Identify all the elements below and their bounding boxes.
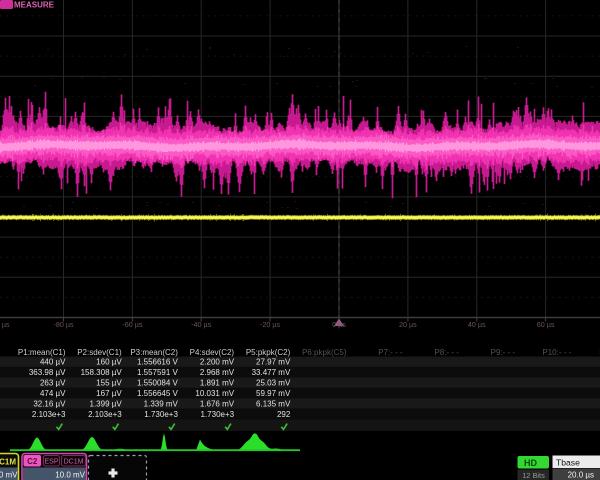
svg-text:263 µV: 263 µV — [40, 379, 66, 388]
svg-text:167 µV: 167 µV — [96, 389, 122, 398]
svg-text:P1:mean(C1): P1:mean(C1) — [18, 348, 66, 357]
svg-text:27.97 mV: 27.97 mV — [256, 358, 291, 367]
svg-text:C1M: C1M — [0, 458, 16, 467]
svg-text:C2: C2 — [27, 457, 38, 466]
svg-text:33.477 mV: 33.477 mV — [252, 368, 291, 377]
svg-text:474 µV: 474 µV — [40, 389, 66, 398]
svg-text:MEASURE: MEASURE — [14, 1, 55, 10]
svg-text:158.308 µV: 158.308 µV — [81, 368, 123, 377]
svg-text:363.98 µV: 363.98 µV — [29, 368, 66, 377]
svg-text:40 µs: 40 µs — [468, 320, 486, 329]
svg-text:10.0 mV: 10.0 mV — [55, 471, 85, 480]
svg-text:P3:mean(C2): P3:mean(C2) — [130, 348, 178, 357]
svg-text:1.676 mV: 1.676 mV — [200, 399, 235, 408]
svg-text:2.200 mV: 2.200 mV — [200, 358, 235, 367]
svg-text:12 Bits: 12 Bits — [522, 471, 545, 480]
svg-text:1.557591 V: 1.557591 V — [137, 368, 179, 377]
svg-text:25.03 mV: 25.03 mV — [256, 379, 291, 388]
svg-text:2.968 mV: 2.968 mV — [200, 368, 235, 377]
svg-text:-100 µs: -100 µs — [0, 320, 10, 329]
svg-text:2.103e+3: 2.103e+3 — [32, 410, 66, 419]
svg-text:20.0 µs: 20.0 µs — [568, 471, 594, 480]
svg-text:0 µs: 0 µs — [332, 320, 346, 329]
svg-text:1.550084 V: 1.550084 V — [137, 379, 179, 388]
svg-text:1.730e+3: 1.730e+3 — [201, 410, 235, 419]
svg-text:P9:- - -: P9:- - - — [491, 348, 516, 357]
svg-text:60 µs: 60 µs — [537, 320, 555, 329]
svg-text:HD: HD — [524, 458, 537, 468]
svg-text:P8:- - -: P8:- - - — [434, 348, 459, 357]
svg-text:P5:pkpk(C2): P5:pkpk(C2) — [246, 348, 291, 357]
svg-text:1.891 mV: 1.891 mV — [200, 379, 235, 388]
svg-text:1.556645 V: 1.556645 V — [137, 389, 179, 398]
svg-text:DC1M: DC1M — [64, 459, 84, 466]
svg-text:32.16 µV: 32.16 µV — [33, 399, 66, 408]
svg-text:P10:- - -: P10:- - - — [542, 348, 571, 357]
svg-text:-20 µs: -20 µs — [260, 320, 281, 329]
svg-text:1.730e+3: 1.730e+3 — [144, 410, 178, 419]
svg-text:P7:- - -: P7:- - - — [378, 348, 403, 357]
svg-text:-60 µs: -60 µs — [122, 320, 143, 329]
svg-text:20 µs: 20 µs — [399, 320, 417, 329]
svg-text:1.399 µV: 1.399 µV — [90, 399, 123, 408]
svg-text:0 mV: 0 mV — [0, 471, 18, 480]
svg-text:P4:sdev(C2): P4:sdev(C2) — [190, 348, 235, 357]
svg-text:155 µV: 155 µV — [96, 379, 122, 388]
svg-text:160 µV: 160 µV — [96, 358, 122, 367]
svg-text:6.135 mV: 6.135 mV — [256, 399, 291, 408]
svg-text:-40 µs: -40 µs — [191, 320, 212, 329]
svg-text:10.031 mV: 10.031 mV — [195, 389, 234, 398]
svg-text:1.339 mV: 1.339 mV — [144, 399, 179, 408]
svg-text:ESP: ESP — [44, 459, 58, 466]
svg-text:Tbase: Tbase — [556, 458, 580, 468]
svg-text:-80 µs: -80 µs — [53, 320, 74, 329]
svg-text:2.103e+3: 2.103e+3 — [88, 410, 122, 419]
svg-text:P2:sdev(C1): P2:sdev(C1) — [77, 348, 122, 357]
svg-text:292: 292 — [277, 410, 291, 419]
svg-text:P6:pkpk(C5): P6:pkpk(C5) — [302, 348, 347, 357]
svg-text:1.556616 V: 1.556616 V — [137, 358, 179, 367]
svg-text:440 µV: 440 µV — [40, 358, 66, 367]
svg-text:59.97 mV: 59.97 mV — [256, 389, 291, 398]
